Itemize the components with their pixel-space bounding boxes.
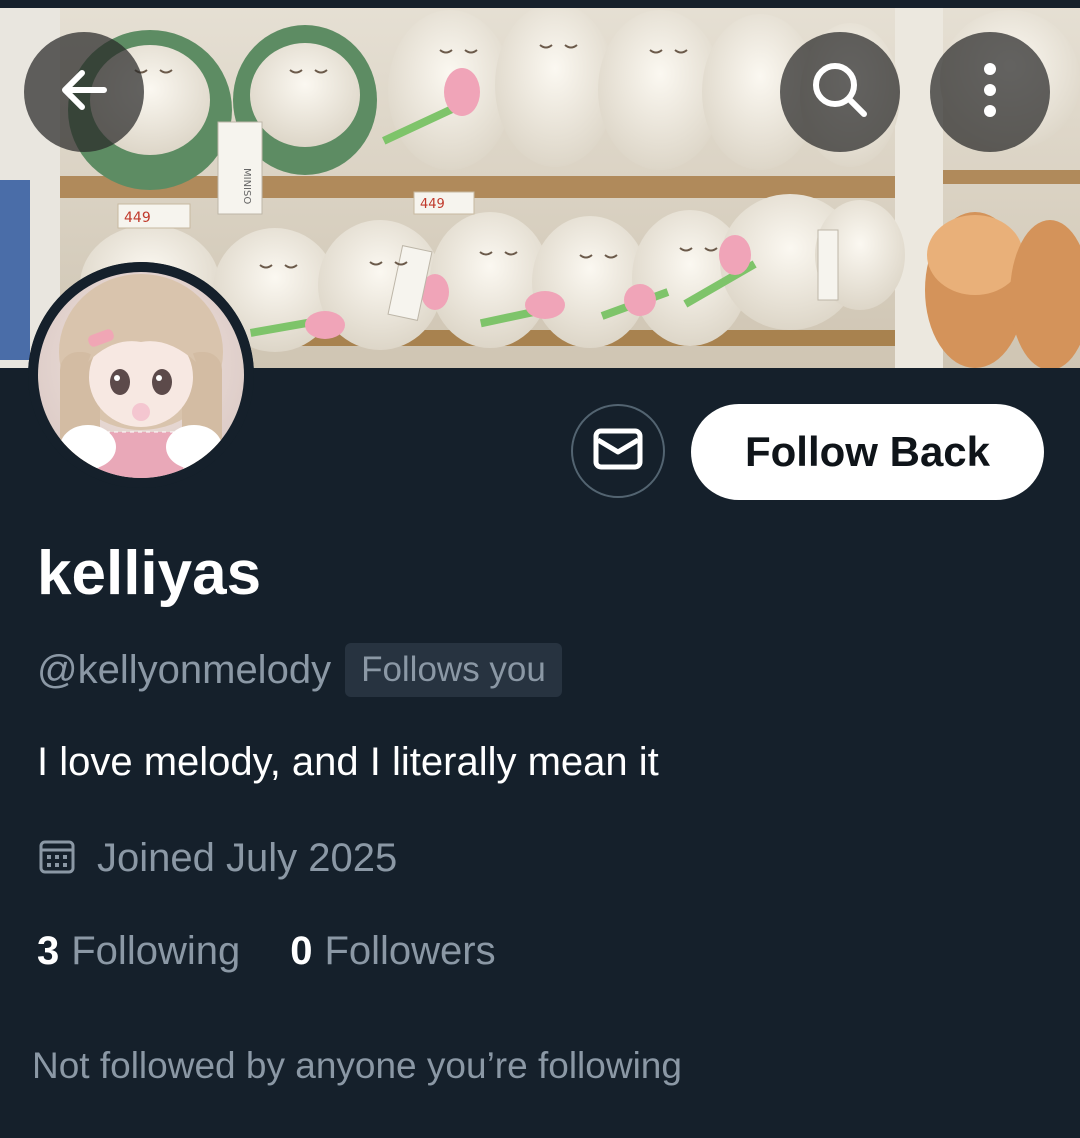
price-tag-2: 449 [420, 197, 445, 212]
followers-count: 0 [290, 928, 313, 973]
status-bar-edge [0, 0, 1080, 8]
search-button[interactable] [780, 32, 900, 152]
calendar-icon [37, 836, 77, 881]
followers-stat[interactable]: 0 Followers [290, 929, 495, 974]
arrow-left-icon [54, 60, 114, 125]
more-vertical-icon [980, 60, 1000, 125]
username-handle: @kellyonmelody [37, 647, 332, 692]
avatar[interactable] [28, 262, 254, 488]
follow-back-button[interactable]: Follow Back [691, 404, 1044, 500]
follow-stats: 3 Following 0 Followers [37, 922, 496, 980]
price-tag-1: 449 [124, 210, 151, 226]
joined-text: Joined July 2025 [97, 835, 398, 880]
back-button[interactable] [24, 32, 144, 152]
search-icon [808, 58, 872, 127]
bio-text: I love melody, and I literally mean it [37, 740, 659, 784]
following-stat[interactable]: 3 Following [37, 929, 240, 974]
display-name: kelliyas [37, 539, 262, 608]
joined-date: Joined July 2025 [37, 830, 397, 886]
followers-label: Followers [324, 928, 496, 973]
envelope-icon [593, 428, 643, 475]
message-button[interactable] [571, 404, 665, 498]
follows-you-badge: Follows you [345, 643, 562, 697]
mutual-followers-note: Not followed by anyone you’re following [32, 1045, 682, 1086]
more-options-button[interactable] [930, 32, 1050, 152]
following-label: Following [71, 928, 241, 973]
banner-tag-label: MINISO [241, 168, 252, 204]
handle-row: @kellyonmelody Follows you [37, 642, 562, 698]
following-count: 3 [37, 928, 60, 973]
